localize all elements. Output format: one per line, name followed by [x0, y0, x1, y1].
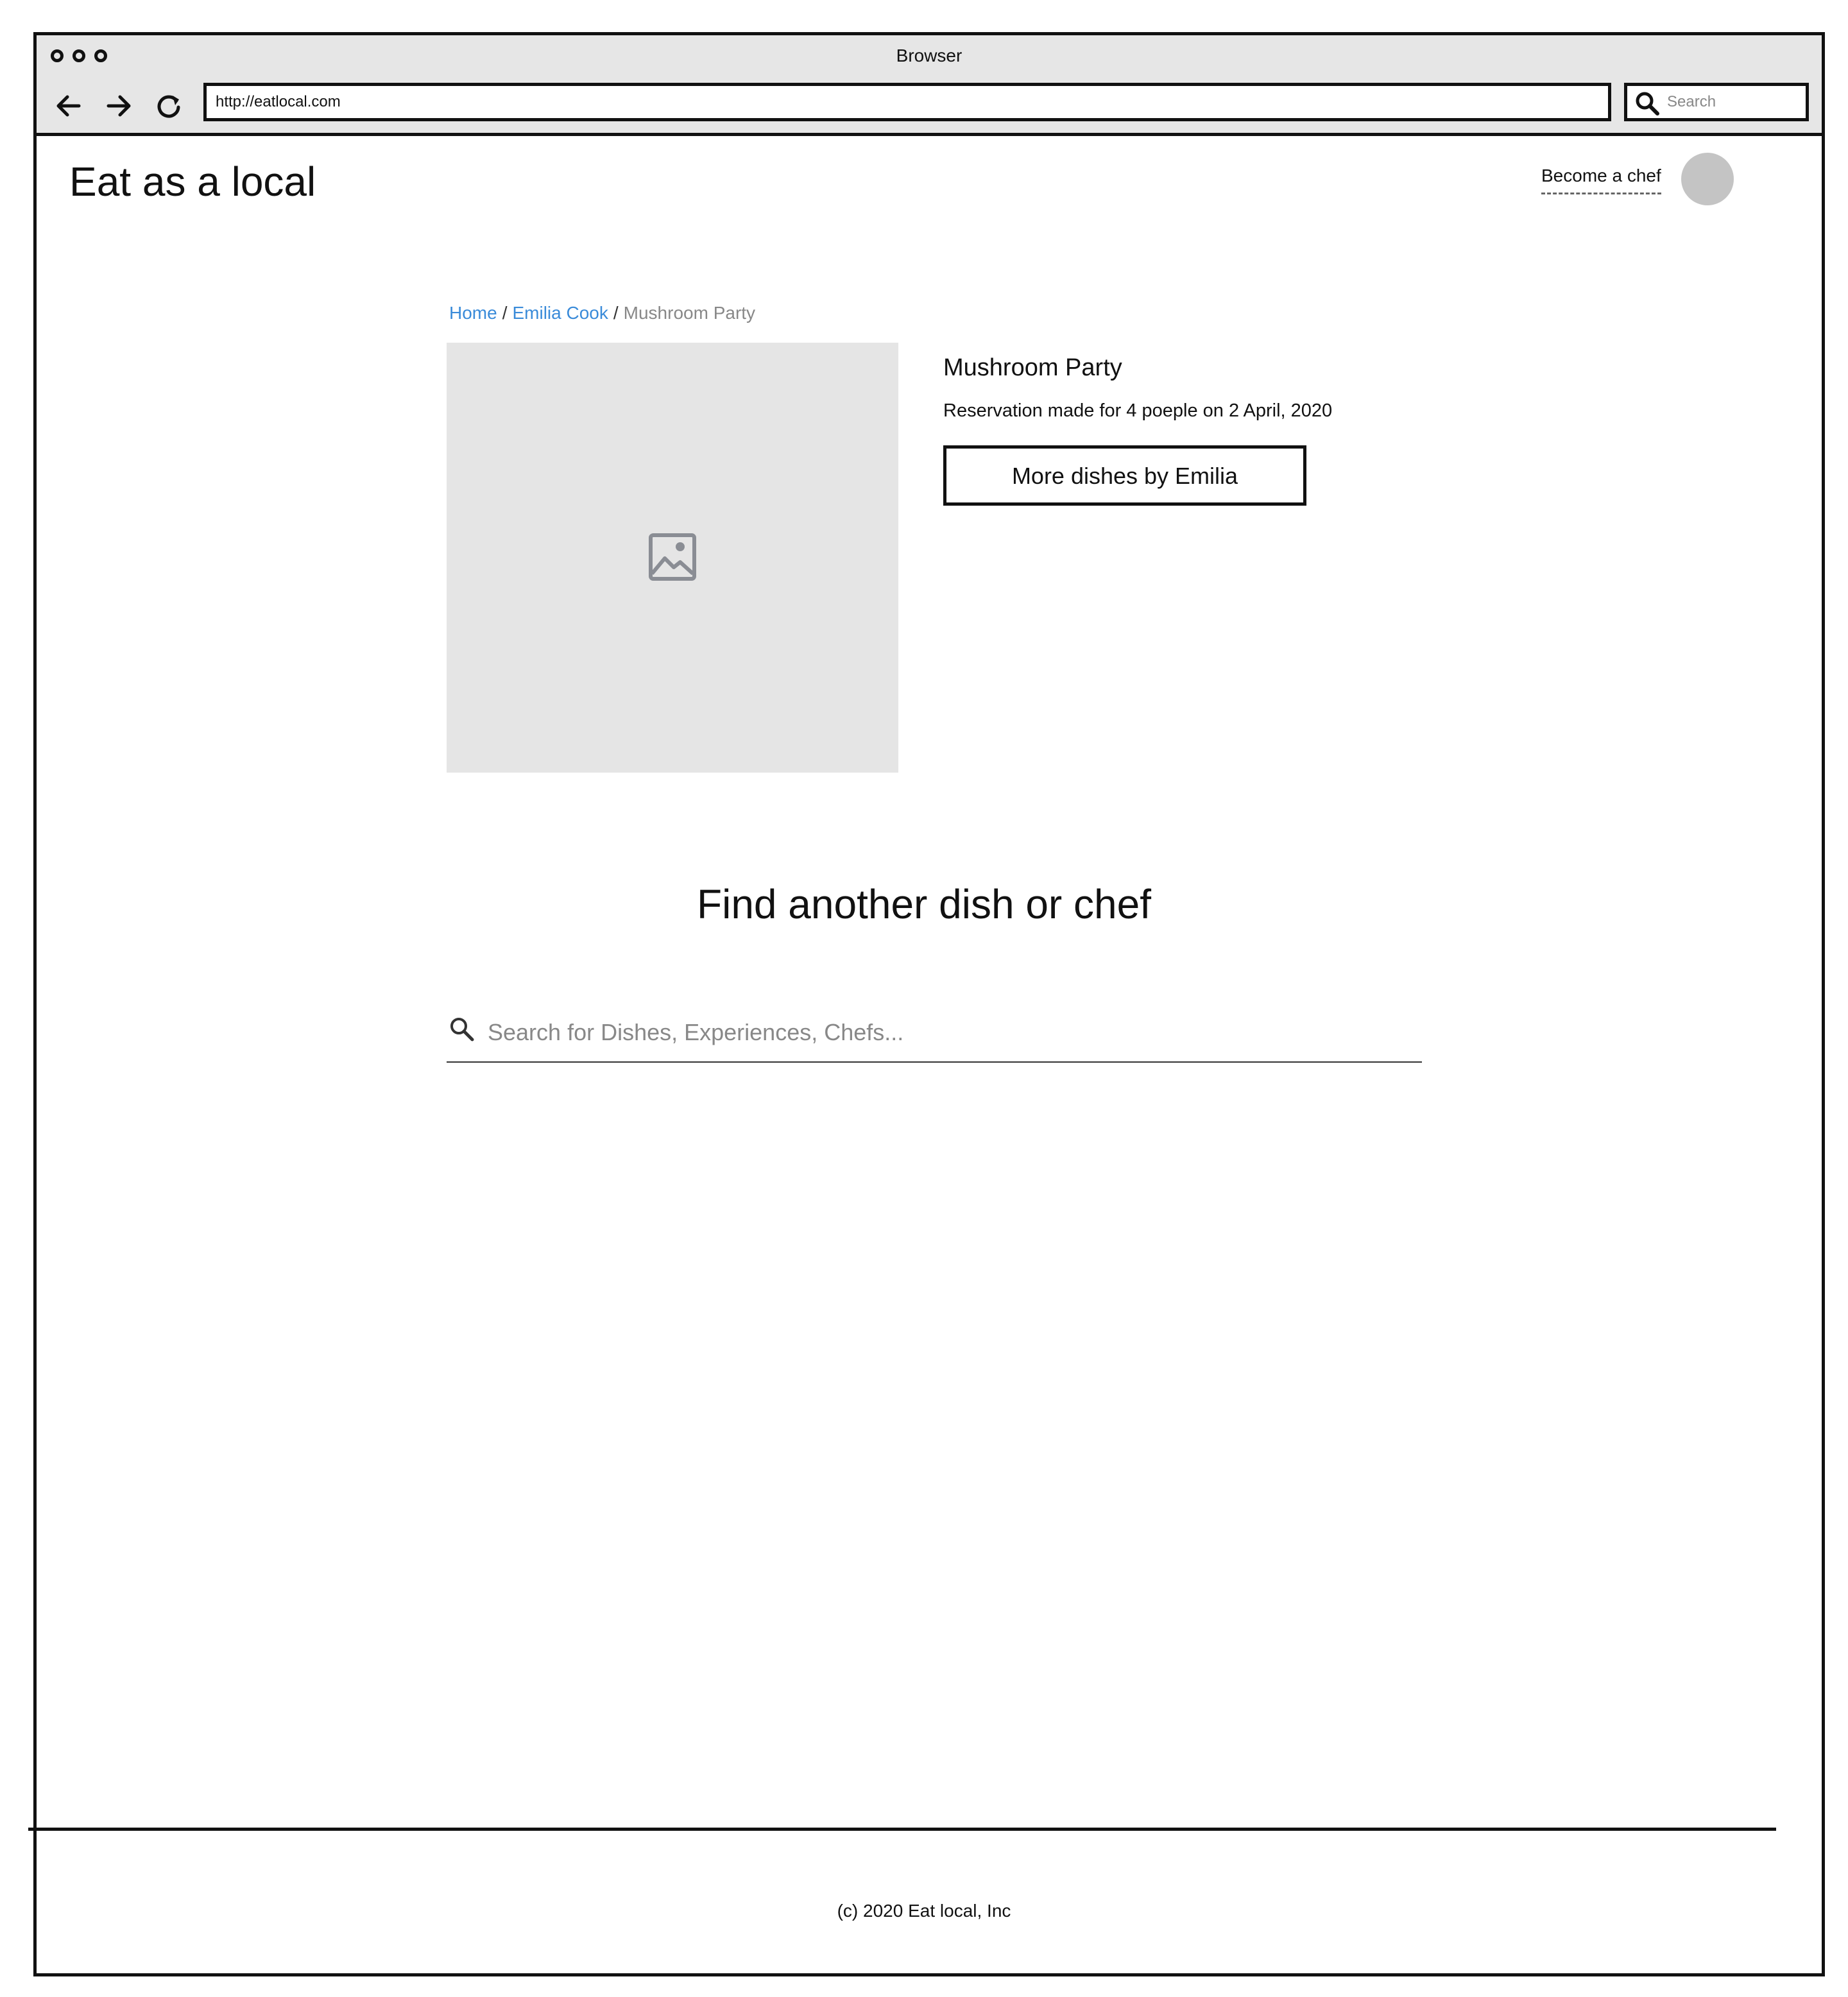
more-dishes-button[interactable]: More dishes by Emilia	[943, 445, 1306, 506]
site-logo[interactable]: Eat as a local	[69, 158, 316, 205]
search-icon	[448, 1015, 476, 1043]
breadcrumb-current: Mushroom Party	[623, 303, 756, 323]
breadcrumb-chef-link[interactable]: Emilia Cook	[512, 303, 608, 323]
breadcrumb-separator: /	[613, 303, 619, 323]
dish-title: Mushroom Party	[943, 354, 1122, 381]
reservation-info: Reservation made for 4 poeple on 2 April…	[943, 400, 1333, 421]
find-heading: Find another dish or chef	[697, 881, 1151, 927]
back-arrow-icon[interactable]	[51, 88, 87, 124]
browser-search-field[interactable]: Search	[1624, 83, 1809, 121]
forward-arrow-icon[interactable]	[101, 88, 137, 124]
browser-search-placeholder: Search	[1667, 93, 1716, 110]
browser-window: Browser http://eatlocal.com Search	[33, 32, 1825, 1976]
dish-search-field[interactable]	[447, 1006, 1422, 1063]
search-icon	[1634, 90, 1661, 117]
window-title: Browser	[896, 46, 963, 65]
breadcrumb-separator: /	[502, 303, 508, 323]
reload-icon[interactable]	[151, 88, 187, 124]
footer-copyright: (c) 2020 Eat local, Inc	[837, 1901, 1011, 1921]
user-avatar[interactable]	[1681, 153, 1734, 205]
address-bar[interactable]: http://eatlocal.com	[203, 83, 1611, 121]
dish-search-input[interactable]	[486, 1006, 1413, 1059]
footer-divider	[28, 1828, 1776, 1831]
breadcrumb: Home / Emilia Cook / Mushroom Party	[449, 303, 755, 323]
breadcrumb-home-link[interactable]: Home	[449, 303, 497, 323]
dish-image-placeholder	[447, 343, 898, 773]
become-chef-link[interactable]: Become a chef	[1541, 166, 1661, 194]
image-icon	[649, 533, 696, 581]
browser-chrome: Browser http://eatlocal.com Search	[37, 35, 1822, 136]
